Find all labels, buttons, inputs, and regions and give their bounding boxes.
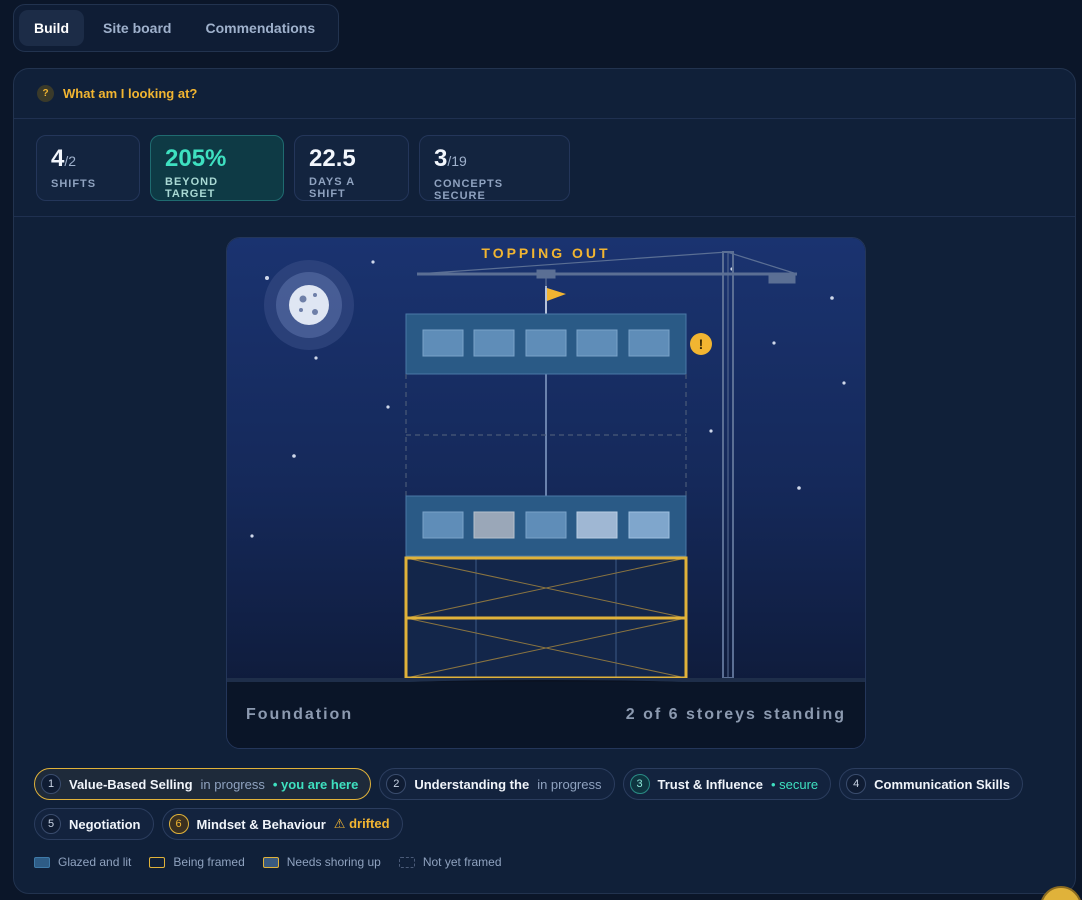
storeys-count: 2 of 6 storeys standing <box>625 706 846 723</box>
stat-days-a-shift-value: 22.5 <box>309 144 356 172</box>
storey-middle-glazed <box>405 495 687 557</box>
glazed-swatch-icon <box>34 856 50 868</box>
stat-shifts-value: 4 <box>51 144 65 172</box>
scene-footer: Foundation 2 of 6 storeys standing <box>227 682 865 748</box>
chip-number: 1 <box>41 774 61 794</box>
stat-concepts-value: 3 <box>434 144 448 172</box>
help-text: What am I looking at? <box>63 86 198 101</box>
unframed-swatch-icon <box>398 856 415 868</box>
chip-label: Negotiation <box>69 816 141 832</box>
legend-label: Not yet framed <box>422 855 502 869</box>
legend-shoring: Needs shoring up <box>262 855 381 869</box>
concept-chip-mindset-behaviour[interactable]: 6 Mindset & Behaviour ⚠ drifted <box>161 808 403 840</box>
help-toggle[interactable]: ? What am I looking at? <box>14 69 1075 119</box>
building-scene: ! TOPPING OUT Foundation 2 of 6 storeys … <box>226 237 866 749</box>
stat-shifts: 4/2 SHIFTS <box>36 134 140 201</box>
legend-label: Being framed <box>173 855 245 869</box>
warning-icon: ! <box>690 333 712 355</box>
stat-concepts-label: CONCEPTS SECURE <box>434 177 504 202</box>
concept-chip-trust-influence[interactable]: 3 Trust & Influence • secure <box>622 768 832 800</box>
chip-label: Communication Skills <box>874 776 1010 792</box>
chip-number: 5 <box>41 814 61 834</box>
build-panel: ? What am I looking at? 4/2 SHIFTS 205% … <box>13 68 1076 894</box>
tab-site-board[interactable]: Site board <box>88 10 186 46</box>
concept-chip-understanding[interactable]: 2 Understanding the in progress <box>379 768 615 800</box>
stat-shifts-label: SHIFTS <box>51 177 97 190</box>
chip-label: Trust & Influence <box>657 776 763 792</box>
foundation-label: Foundation <box>246 706 354 723</box>
chip-status: in progress <box>200 776 265 792</box>
stat-days-a-shift: 22.5 DAYS A SHIFT <box>294 134 409 201</box>
warning-icon-glyph: ! <box>699 336 704 352</box>
chip-number: 3 <box>629 774 650 794</box>
chip-number: 4 <box>846 774 867 794</box>
storey-top-glazed <box>405 313 687 375</box>
concept-chip-negotiation[interactable]: 5 Negotiation <box>34 808 154 840</box>
chip-label: Mindset & Behaviour <box>196 816 326 832</box>
stat-days-a-shift-label: DAYS A SHIFT <box>309 175 355 200</box>
you-are-here-marker: • you are here <box>272 776 359 792</box>
stats-row: 4/2 SHIFTS 205% BEYOND TARGET 22.5 DAYS … <box>14 119 1075 217</box>
chip-number: 6 <box>168 814 189 834</box>
chip-number: 2 <box>386 774 407 794</box>
building-illustration: ! <box>227 238 865 690</box>
concept-chip-value-based-selling[interactable]: 1 Value-Based Selling in progress • you … <box>34 768 372 800</box>
shoring-swatch-icon <box>262 856 279 868</box>
legend-glazed: Glazed and lit <box>34 855 131 869</box>
question-icon: ? <box>37 85 54 102</box>
moon-icon <box>264 260 354 350</box>
tab-commendations[interactable]: Commendations <box>190 10 330 46</box>
chip-label: Understanding the <box>414 776 530 792</box>
storeys-being-framed <box>404 556 688 680</box>
chip-status: • secure <box>770 776 819 792</box>
framed-swatch-icon <box>149 856 166 868</box>
scene-title: TOPPING OUT <box>481 245 611 261</box>
chip-status: in progress <box>537 776 602 792</box>
legend: Glazed and lit Being framed Needs shorin… <box>34 855 502 869</box>
stat-concepts-sub: /19 <box>447 152 467 169</box>
legend-framed: Being framed <box>149 855 245 869</box>
tab-build[interactable]: Build <box>19 10 84 46</box>
stat-shifts-sub: /2 <box>64 152 77 169</box>
legend-label: Needs shoring up <box>286 855 381 869</box>
stat-beyond-target-label: BEYOND TARGET <box>165 175 219 200</box>
stat-concepts-secure: 3/19 CONCEPTS SECURE <box>419 134 570 202</box>
chip-label: Value-Based Selling <box>69 776 193 792</box>
stat-beyond-target: 205% BEYOND TARGET <box>150 134 284 201</box>
stat-beyond-target-value: 205% <box>165 144 227 172</box>
chip-status: ⚠ drifted <box>333 816 390 831</box>
concept-list: 1 Value-Based Selling in progress • you … <box>34 768 1064 840</box>
concept-chip-communication-skills[interactable]: 4 Communication Skills <box>839 768 1023 800</box>
legend-not-yet: Not yet framed <box>398 855 502 869</box>
view-tabs: Build Site board Commendations <box>13 4 339 52</box>
legend-label: Glazed and lit <box>58 855 132 869</box>
